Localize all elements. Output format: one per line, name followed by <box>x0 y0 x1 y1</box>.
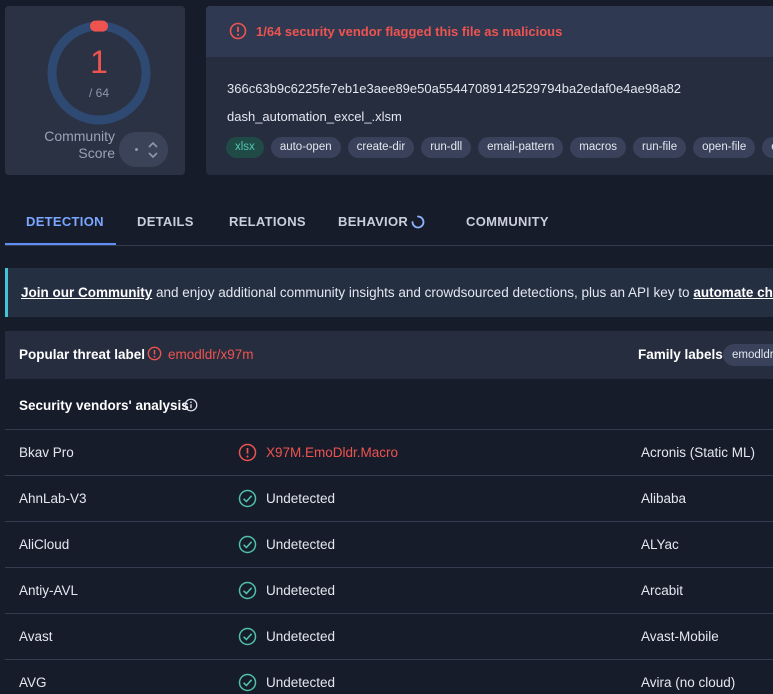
check-circle-icon <box>238 489 257 508</box>
threat-label-row: Popular threat label emodldr/x97m Family… <box>5 331 773 379</box>
table-row: AhnLab-V3 Undetected Alibaba <box>5 475 773 521</box>
detection-result: Undetected <box>266 583 336 598</box>
vendors-header: Security vendors' analysis <box>5 388 773 424</box>
file-hash[interactable]: 366c63b9c6225fe7eb1e3aee89e50a5544708914… <box>227 81 681 96</box>
file-info-card: 1/64 security vendor flagged this file a… <box>206 6 773 175</box>
tag[interactable]: macros <box>570 137 626 158</box>
vendors-analysis-title: Security vendors' analysis <box>19 398 189 413</box>
vendor-name: Avast-Mobile <box>641 629 719 644</box>
table-row: Antiy-AVL Undetected Arcabit <box>5 567 773 613</box>
tab-detection[interactable]: DETECTION <box>26 214 104 229</box>
report-tabs: DETECTION DETAILS RELATIONS BEHAVIOR COM… <box>5 200 773 246</box>
tag[interactable]: exe- <box>762 137 773 158</box>
popular-threat-label-title: Popular threat label <box>19 347 146 362</box>
file-tags: xlsx auto-open create-dir run-dll email-… <box>226 137 773 158</box>
active-tab-indicator <box>5 243 116 245</box>
detections-count: 1 <box>90 44 108 80</box>
banner-accent <box>5 268 8 317</box>
detection-result: Undetected <box>266 491 336 506</box>
alert-text: 1/64 security vendor flagged this file a… <box>256 24 563 39</box>
alert-circle-icon <box>238 443 257 462</box>
vendor-name: Avira (no cloud) <box>641 675 736 690</box>
tag[interactable]: auto-open <box>270 137 341 158</box>
detection-result: Undetected <box>266 537 336 552</box>
vendor-name: Alibaba <box>641 491 687 506</box>
vendors-table: Bkav Pro X97M.EmoDldr.Macro Acronis (Sta… <box>5 429 773 694</box>
vendors-total: / 64 <box>88 86 109 100</box>
detection-result[interactable]: X97M.EmoDldr.Macro <box>266 445 398 460</box>
vendor-name: Arcabit <box>641 583 684 598</box>
vendor-name: Antiy-AVL <box>19 583 79 598</box>
tag[interactable]: open-file <box>693 137 756 158</box>
alert-circle-icon <box>147 346 162 361</box>
loading-spinner-icon <box>411 215 425 229</box>
table-row: Bkav Pro X97M.EmoDldr.Macro Acronis (Sta… <box>5 429 773 475</box>
tag[interactable]: run-dll <box>421 137 472 158</box>
table-row: Avast Undetected Avast-Mobile <box>5 613 773 659</box>
tab-relations[interactable]: RELATIONS <box>229 214 306 229</box>
check-circle-icon <box>238 627 257 646</box>
tag[interactable]: create-dir <box>347 137 415 158</box>
vendor-name: Bkav Pro <box>19 445 74 460</box>
detection-result: Undetected <box>266 629 336 644</box>
family-label-tag[interactable]: emodldr <box>723 344 773 366</box>
vendor-name: AVG <box>19 675 47 690</box>
check-circle-icon <box>238 673 257 692</box>
join-community-link[interactable]: Join our Community <box>21 285 152 300</box>
community-score-vote[interactable] <box>119 132 168 167</box>
alert-circle-icon <box>229 22 247 40</box>
check-circle-icon <box>238 535 257 554</box>
info-icon[interactable] <box>184 398 198 412</box>
community-score-label: Community Score <box>44 128 115 161</box>
community-banner: Join our Community and enjoy additional … <box>5 268 773 317</box>
malicious-alert: 1/64 security vendor flagged this file a… <box>206 6 773 57</box>
vendor-name: Acronis (Static ML) <box>641 445 756 460</box>
tab-behavior[interactable]: BEHAVIOR <box>338 214 408 229</box>
banner-text: Join our Community and enjoy additional … <box>21 285 773 300</box>
vendor-name: Avast <box>19 629 53 644</box>
vendor-name: AliCloud <box>19 537 70 552</box>
vendor-name: AhnLab-V3 <box>19 491 87 506</box>
tab-details[interactable]: DETAILS <box>137 214 194 229</box>
vendor-name: ALYac <box>641 537 679 552</box>
family-labels-title: Family labels <box>638 347 723 362</box>
tab-community[interactable]: COMMUNITY <box>466 214 549 229</box>
automate-checks-link[interactable]: automate check <box>693 285 773 300</box>
tag[interactable]: email-pattern <box>478 137 564 158</box>
check-circle-icon <box>238 581 257 600</box>
detection-score-card: 1 / 64 Community Score <box>5 6 185 175</box>
score-dot-icon <box>135 148 138 151</box>
table-row: AVG Undetected Avira (no cloud) <box>5 659 773 694</box>
tag[interactable]: run-file <box>632 137 687 158</box>
table-row: AliCloud Undetected ALYac <box>5 521 773 567</box>
file-name: dash_automation_excel_.xlsm <box>227 109 402 124</box>
detection-result: Undetected <box>266 675 336 690</box>
vote-arrows-icon[interactable] <box>146 139 160 161</box>
tag-file-type[interactable]: xlsx <box>226 137 264 158</box>
popular-threat-label-value[interactable]: emodldr/x97m <box>168 347 254 362</box>
